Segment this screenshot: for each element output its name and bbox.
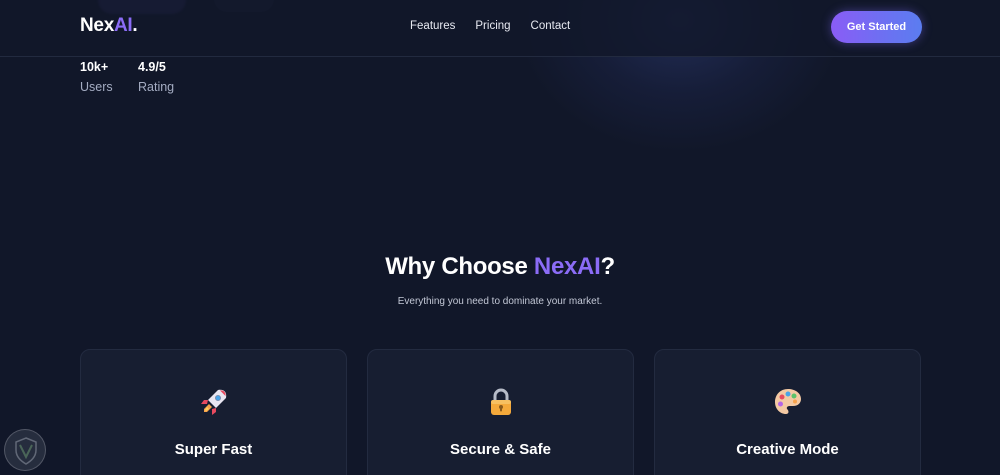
stat-users-value: 10k+ — [80, 60, 109, 74]
navbar: NexAI. Features Pricing Contact Get Star… — [0, 0, 1000, 57]
section-title-prefix: Why Choose — [385, 253, 534, 280]
feature-title: Secure & Safe — [450, 441, 551, 458]
brand-logo[interactable]: NexAI. — [80, 15, 138, 37]
watermark-logo — [4, 429, 46, 471]
shield-icon — [15, 437, 37, 465]
lock-icon — [490, 388, 511, 415]
section-title-accent: NexAI — [533, 253, 601, 280]
nav-link-contact[interactable]: Contact — [531, 20, 571, 32]
feature-title: Super Fast — [174, 441, 253, 458]
nav-links: Features Pricing Contact — [410, 20, 570, 32]
feature-card-secure[interactable]: Secure & Safe — [367, 349, 634, 475]
feature-title: Creative Mode — [736, 441, 839, 458]
rocket-icon — [200, 389, 226, 415]
nav-link-pricing[interactable]: Pricing — [475, 20, 510, 32]
brand-accent: AI — [113, 15, 133, 36]
feature-card-creative[interactable]: Creative Mode — [654, 349, 921, 475]
stat-users: 10k+ Users — [80, 60, 113, 94]
brand-name: Nex — [80, 15, 114, 36]
stat-rating-value: 4.9/5 — [138, 60, 166, 74]
palette-icon — [774, 389, 801, 414]
brand-dot: . — [132, 15, 138, 36]
section-subtitle: Everything you need to dominate your mar… — [397, 296, 603, 307]
get-started-button[interactable]: Get Started — [831, 11, 922, 43]
feature-card-super-fast[interactable]: Super Fast — [80, 349, 347, 475]
stat-users-label: Users — [80, 80, 113, 94]
nav-link-features[interactable]: Features — [410, 20, 455, 32]
stat-rating: 4.9/5 Rating — [138, 60, 174, 94]
stat-rating-label: Rating — [138, 80, 175, 94]
section-title: Why Choose NexAI? — [0, 253, 1000, 281]
landing-page: NexAI. Features Pricing Contact Get Star… — [0, 0, 1000, 475]
section-title-suffix: ? — [600, 253, 615, 280]
